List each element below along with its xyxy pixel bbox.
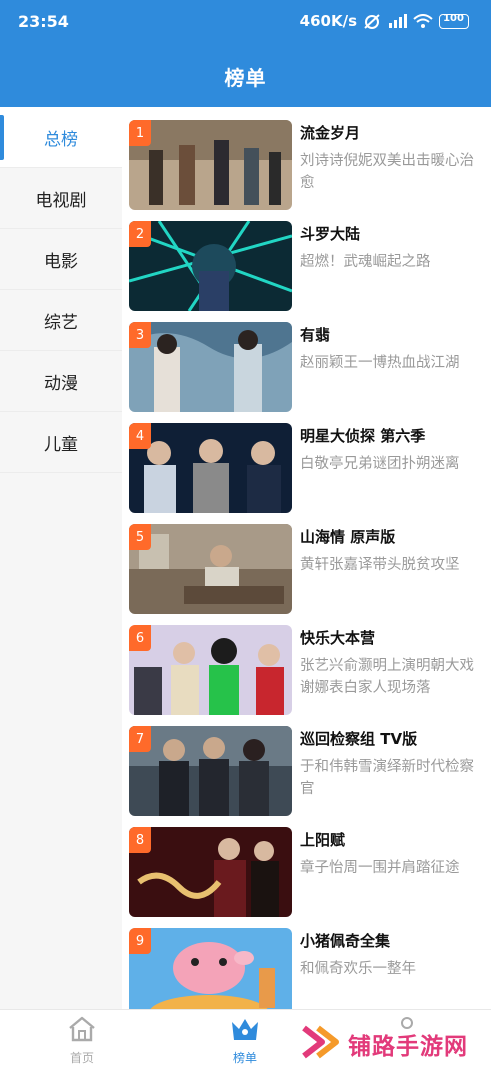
item-title: 有翡 (300, 326, 331, 344)
list-item[interactable]: 4 明星大侦探 第六季 白敬亭兄弟谜团扑朔迷离 (122, 410, 491, 513)
item-title: 斗罗大陆 (300, 225, 361, 243)
nav-rank[interactable]: 榜单 (205, 1016, 285, 1066)
nav-rank-label: 榜单 (232, 1051, 257, 1065)
item-description: 刘诗诗倪妮双美出击暖心治愈 (300, 153, 474, 191)
item-title: 流金岁月 (300, 124, 361, 142)
sidebar-item-anime[interactable]: 动漫 (0, 351, 122, 412)
rank-badge: 6 (129, 625, 151, 651)
sidebar-item-variety[interactable]: 综艺 (0, 290, 122, 351)
list-item[interactable]: 8 上阳赋 章子怡周一围并肩踏征途 (122, 814, 491, 917)
list-item[interactable]: 2 斗罗大陆 超燃！武魂崛起之路 (122, 208, 491, 311)
item-title: 上阳赋 (300, 831, 346, 849)
battery-level: 100 (443, 12, 464, 24)
poster-image: 5 (129, 524, 292, 614)
crown-icon (229, 1016, 261, 1046)
nav-home[interactable]: 首页 (42, 1016, 122, 1066)
poster-image: 8 (129, 827, 292, 917)
poster-image: 9 (129, 928, 292, 1009)
poster-image: 2 (129, 221, 292, 311)
sidebar-item-kids[interactable]: 儿童 (0, 412, 122, 473)
poster-image: 7 (129, 726, 292, 816)
list-item[interactable]: 7 巡回检察组 TV版 于和伟韩雪演绎新时代检察官 (122, 713, 491, 816)
list-item[interactable]: 9 小猪佩奇全集 和佩奇欢乐一整年 (122, 915, 491, 1009)
sidebar-item-movie[interactable]: 电影 (0, 229, 122, 290)
wifi-icon (413, 13, 433, 29)
rank-badge: 2 (129, 221, 151, 247)
category-sidebar: 总榜 电视剧 电影 综艺 动漫 儿童 (0, 107, 122, 1009)
network-speed: 460K/s (299, 12, 357, 30)
rank-badge: 1 (129, 120, 151, 146)
page-title: 榜单 (224, 66, 267, 90)
nav-home-label: 首页 (69, 1051, 94, 1065)
home-icon (67, 1016, 97, 1046)
rank-badge: 8 (129, 827, 151, 853)
item-title: 小猪佩奇全集 (300, 932, 391, 950)
poster-image: 3 (129, 322, 292, 412)
poster-image: 4 (129, 423, 292, 513)
status-icons: 460K/s 100 (300, 12, 469, 30)
list-item[interactable]: 5 山海情 原声版 黄轩张嘉译带头脱贫攻坚 (122, 511, 491, 614)
watermark: 铺路手游网 (300, 1024, 468, 1064)
list-item[interactable]: 1 流金岁月 刘诗诗倪妮双美出击暖心治愈 (122, 107, 491, 210)
item-description: 超燃！武魂崛起之路 (300, 254, 431, 270)
app-screen: 23:54 460K/s 100 榜单 总榜 电视剧 电影 综艺 动漫 儿童 1… (0, 0, 491, 1074)
battery-icon: 100 (439, 12, 469, 29)
item-description: 张艺兴俞灏明上演明朝大戏 谢娜表白家人现场落 (300, 658, 474, 696)
poster-image: 1 (129, 120, 292, 210)
item-title: 快乐大本营 (300, 629, 376, 647)
item-description: 于和伟韩雪演绎新时代检察官 (300, 759, 474, 797)
item-description: 章子怡周一围并肩踏征途 (300, 860, 460, 876)
watermark-logo-icon (300, 1024, 342, 1064)
item-description: 和佩奇欢乐一整年 (300, 961, 416, 977)
poster-image: 6 (129, 625, 292, 715)
sidebar-item-overall[interactable]: 总榜 (0, 107, 122, 168)
status-time: 23:54 (18, 12, 69, 31)
rank-badge: 9 (129, 928, 151, 954)
list-item[interactable]: 6 快乐大本营 张艺兴俞灏明上演明朝大戏 谢娜表白家人现场落 (122, 612, 491, 715)
signal-icon (387, 14, 407, 28)
status-bar: 23:54 460K/s 100 (0, 0, 491, 44)
watermark-text: 铺路手游网 (348, 1034, 468, 1060)
list-item[interactable]: 3 有翡 赵丽颖王一博热血战江湖 (122, 309, 491, 412)
rank-badge: 4 (129, 423, 151, 449)
item-description: 赵丽颖王一博热血战江湖 (300, 355, 460, 371)
alarm-off-icon (363, 13, 381, 29)
rank-badge: 7 (129, 726, 151, 752)
header: 23:54 460K/s 100 榜单 (0, 0, 491, 107)
item-description: 黄轩张嘉译带头脱贫攻坚 (300, 557, 460, 573)
rank-badge: 3 (129, 322, 151, 348)
item-title: 山海情 原声版 (300, 528, 396, 546)
item-description: 白敬亭兄弟谜团扑朔迷离 (300, 456, 460, 472)
sidebar-item-tv-series[interactable]: 电视剧 (0, 168, 122, 229)
item-title: 巡回检察组 TV版 (300, 730, 418, 748)
item-title: 明星大侦探 第六季 (300, 427, 426, 445)
ranking-list: 1 流金岁月 刘诗诗倪妮双美出击暖心治愈 2 斗罗大陆 超燃！武魂崛起之路 3 … (122, 107, 491, 1009)
rank-badge: 5 (129, 524, 151, 550)
